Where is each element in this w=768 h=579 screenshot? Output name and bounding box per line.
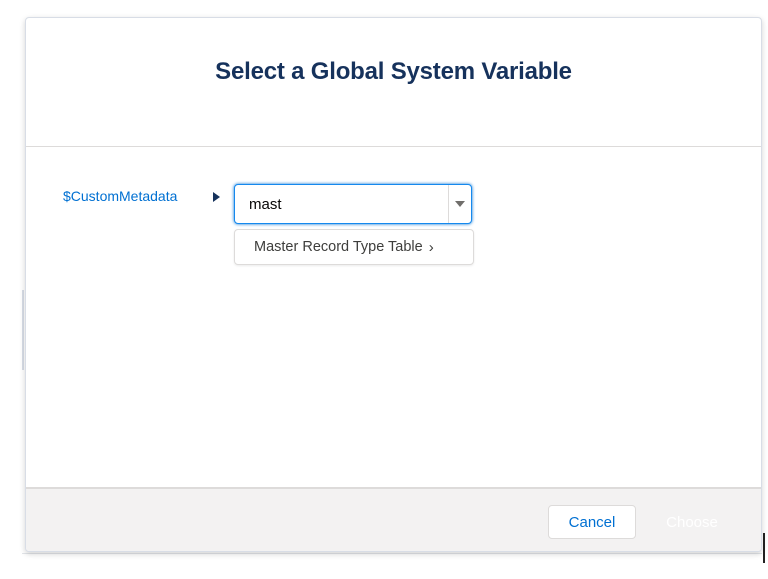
- chevron-right-icon: ›: [428, 238, 434, 256]
- background-cursor-mark: [763, 533, 765, 563]
- variable-combobox: [234, 184, 472, 224]
- cancel-button[interactable]: Cancel: [548, 505, 636, 539]
- modal-header: Select a Global System Variable: [26, 18, 761, 147]
- select-variable-modal: Select a Global System Variable $CustomM…: [25, 17, 762, 552]
- variable-search-input[interactable]: [235, 185, 448, 223]
- background-row: [22, 553, 762, 564]
- combobox-dropdown: Master Record Type Table ›: [234, 229, 474, 265]
- modal-body: $CustomMetadata Master Record Type Table…: [26, 147, 761, 487]
- dropdown-option-label: Master Record Type Table: [254, 239, 423, 255]
- modal-title: Select a Global System Variable: [215, 58, 572, 86]
- caret-right-icon[interactable]: [213, 192, 220, 202]
- combobox-toggle-button[interactable]: [448, 185, 471, 223]
- custom-metadata-link[interactable]: $CustomMetadata: [63, 188, 177, 204]
- modal-footer: Cancel Choose: [26, 487, 761, 551]
- choose-button[interactable]: Choose: [648, 505, 736, 539]
- caret-down-icon: [455, 201, 465, 207]
- background-divider: [22, 290, 24, 370]
- dropdown-option-master-record-type-table[interactable]: Master Record Type Table ›: [235, 239, 473, 256]
